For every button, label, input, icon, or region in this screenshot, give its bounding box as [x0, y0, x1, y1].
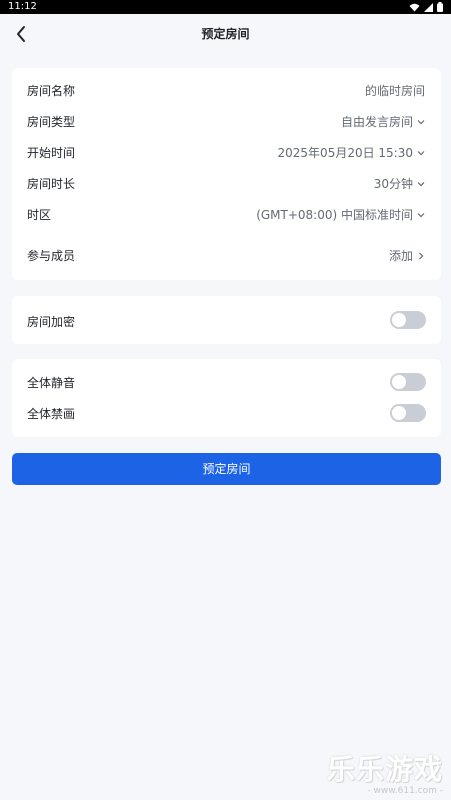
disable-video-label: 全体禁画	[27, 407, 76, 421]
page-title: 预定房间	[201, 27, 250, 41]
encryption-toggle[interactable]	[390, 311, 426, 329]
timezone-label: 时区	[27, 208, 52, 222]
start-time-label: 开始时间	[27, 146, 76, 160]
watermark-url: - www.611.com -	[367, 786, 443, 796]
room-name-label: 房间名称	[27, 84, 76, 98]
book-room-button[interactable]: 预定房间	[12, 453, 441, 485]
disable-video-row: 全体禁画	[12, 401, 441, 425]
status-bar: 11:12	[0, 0, 451, 14]
controls-card: 全体静音 全体禁画	[12, 359, 441, 437]
chevron-right-icon	[419, 252, 424, 259]
watermark: 乐乐游戏 - www.611.com -	[326, 753, 443, 797]
start-time-row[interactable]: 开始时间 2025年05月20日 15:30	[12, 140, 441, 164]
disable-video-toggle[interactable]	[390, 404, 426, 422]
status-icons	[409, 2, 443, 12]
watermark-logo: 乐乐游戏	[326, 753, 443, 786]
header: 预定房间	[0, 14, 451, 54]
start-time-text: 2025年05月20日 15:30	[277, 146, 413, 160]
room-name-value: 的临时房间	[365, 82, 425, 99]
members-label: 参与成员	[27, 249, 76, 263]
mute-all-toggle[interactable]	[390, 373, 426, 391]
room-type-text: 自由发言房间	[340, 115, 413, 129]
room-type-label: 房间类型	[27, 115, 76, 129]
mute-all-row: 全体静音	[12, 370, 441, 394]
encryption-label: 房间加密	[27, 315, 76, 329]
duration-label: 房间时长	[27, 177, 76, 191]
room-type-row[interactable]: 房间类型 自由发言房间	[12, 109, 441, 133]
toggle-knob	[392, 406, 406, 420]
members-row[interactable]: 参与成员 添加	[12, 243, 441, 267]
duration-text: 30分钟	[373, 177, 413, 191]
toggle-knob	[392, 313, 406, 327]
timezone-row[interactable]: 时区 (GMT+08:00) 中国标准时间	[12, 202, 441, 226]
chevron-down-icon	[417, 181, 425, 186]
members-value: 添加	[389, 247, 425, 264]
room-name-row[interactable]: 房间名称 的临时房间	[12, 78, 441, 102]
chevron-down-icon	[417, 150, 425, 155]
battery-icon	[437, 2, 443, 12]
duration-row[interactable]: 房间时长 30分钟	[12, 171, 441, 195]
mute-all-label: 全体静音	[27, 376, 76, 390]
toggle-knob	[392, 375, 406, 389]
encryption-row: 房间加密	[12, 309, 441, 333]
room-settings-card: 房间名称 的临时房间 房间类型 自由发言房间 开始时间 2025年05月20日 …	[12, 68, 441, 280]
chevron-down-icon	[417, 119, 425, 124]
encryption-card: 房间加密	[12, 296, 441, 344]
timezone-value: (GMT+08:00) 中国标准时间	[256, 206, 425, 223]
start-time-value: 2025年05月20日 15:30	[278, 144, 425, 161]
room-type-value: 自由发言房间	[341, 113, 425, 130]
chevron-down-icon	[417, 212, 425, 217]
add-members-link[interactable]: 添加	[389, 247, 413, 264]
timezone-text: (GMT+08:00) 中国标准时间	[256, 208, 413, 222]
status-time: 11:12	[8, 1, 37, 12]
wifi-icon	[409, 3, 420, 11]
signal-icon	[424, 2, 433, 12]
room-name-text: 的临时房间	[364, 84, 425, 98]
duration-value: 30分钟	[374, 175, 425, 192]
